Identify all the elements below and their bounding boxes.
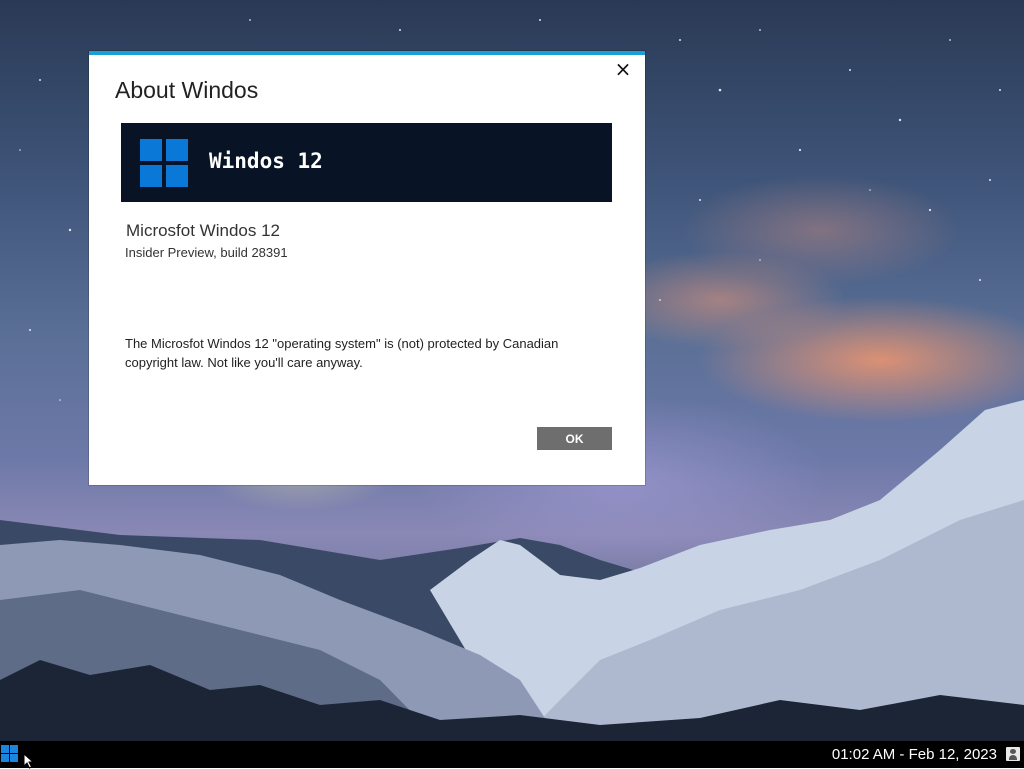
mouse-cursor-icon — [23, 753, 35, 769]
build-info: Insider Preview, build 28391 — [125, 245, 288, 260]
taskbar-clock[interactable]: 01:02 AM - Feb 12, 2023 — [832, 746, 997, 763]
about-dialog: About Windos × Windos 12 Microsfot Windo… — [89, 51, 645, 485]
close-icon[interactable]: × — [611, 57, 635, 81]
dialog-title: About Windos — [115, 77, 259, 103]
legal-notice: The Microsfot Windos 12 "operating syste… — [125, 336, 559, 370]
taskbar: 01:02 AM - Feb 12, 2023 — [0, 741, 1024, 768]
start-button[interactable] — [1, 745, 19, 763]
product-banner: Windos 12 — [121, 123, 612, 202]
windows-logo-icon — [1, 754, 9, 762]
product-name: Microsfot Windos 12 — [126, 221, 280, 240]
windows-logo-icon — [140, 139, 188, 187]
ok-button[interactable]: OK — [537, 427, 612, 450]
windows-logo-icon — [10, 745, 18, 753]
windows-logo-icon — [10, 754, 18, 762]
windows-logo-icon — [1, 745, 9, 753]
banner-title: Windos 12 — [209, 149, 323, 173]
user-icon[interactable] — [1006, 747, 1020, 761]
